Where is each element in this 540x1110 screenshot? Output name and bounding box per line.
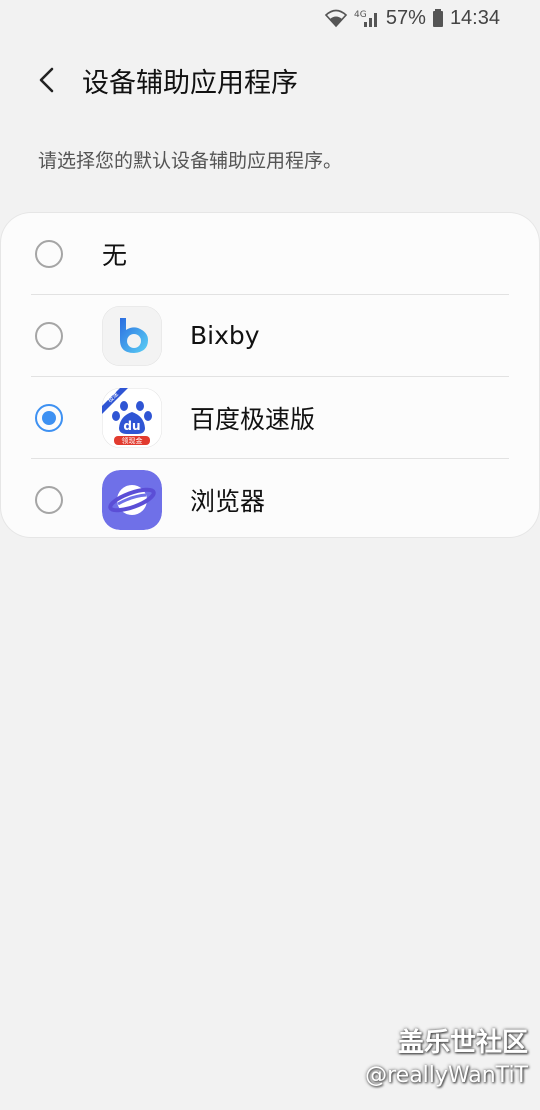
status-bar: 4G 57% 14:34 [0, 0, 540, 36]
radio-button[interactable] [35, 239, 63, 268]
cellular-signal-icon: 4G [354, 8, 380, 28]
radio-button[interactable] [35, 321, 63, 350]
back-button[interactable] [18, 50, 78, 110]
baidu-lite-icon: du 极速 领现金 [102, 387, 162, 448]
bixby-icon [102, 305, 162, 366]
radio-button[interactable] [35, 485, 63, 514]
option-baidu-lite[interactable]: du 极速 领现金 百度极速版 [1, 377, 539, 458]
battery-percent: 57% [385, 6, 426, 29]
network-type-label: 4G [354, 10, 367, 20]
watermark-title: 盖乐世社区 [397, 1028, 528, 1058]
option-label: 百度极速版 [190, 404, 316, 434]
page-description: 请选择您的默认设备辅助应用程序。 [38, 150, 343, 172]
option-bixby[interactable]: Bixby [1, 295, 539, 376]
baidu-logo-text: du [123, 419, 140, 433]
watermark-handle: @reallyWanTiT [365, 1063, 528, 1088]
option-browser[interactable]: 浏览器 [1, 459, 539, 540]
option-label: 浏览器 [190, 486, 266, 516]
app-bar: 设备辅助应用程序 [0, 50, 540, 110]
radio-button-selected[interactable] [35, 403, 63, 432]
option-label: 无 [102, 240, 128, 270]
samsung-internet-icon [102, 469, 162, 530]
baidu-ribbon-text: 领现金 [122, 436, 143, 445]
back-arrow-icon [39, 67, 54, 93]
battery-icon [432, 8, 444, 28]
page-title: 设备辅助应用程序 [82, 67, 298, 99]
option-none[interactable]: 无 [1, 213, 539, 294]
wifi-icon [324, 8, 348, 28]
assist-app-list: 无 Bixby du 极速 领现金 百度极速版 浏览器 [1, 213, 539, 537]
clock: 14:34 [449, 6, 500, 29]
option-label: Bixby [190, 321, 260, 350]
